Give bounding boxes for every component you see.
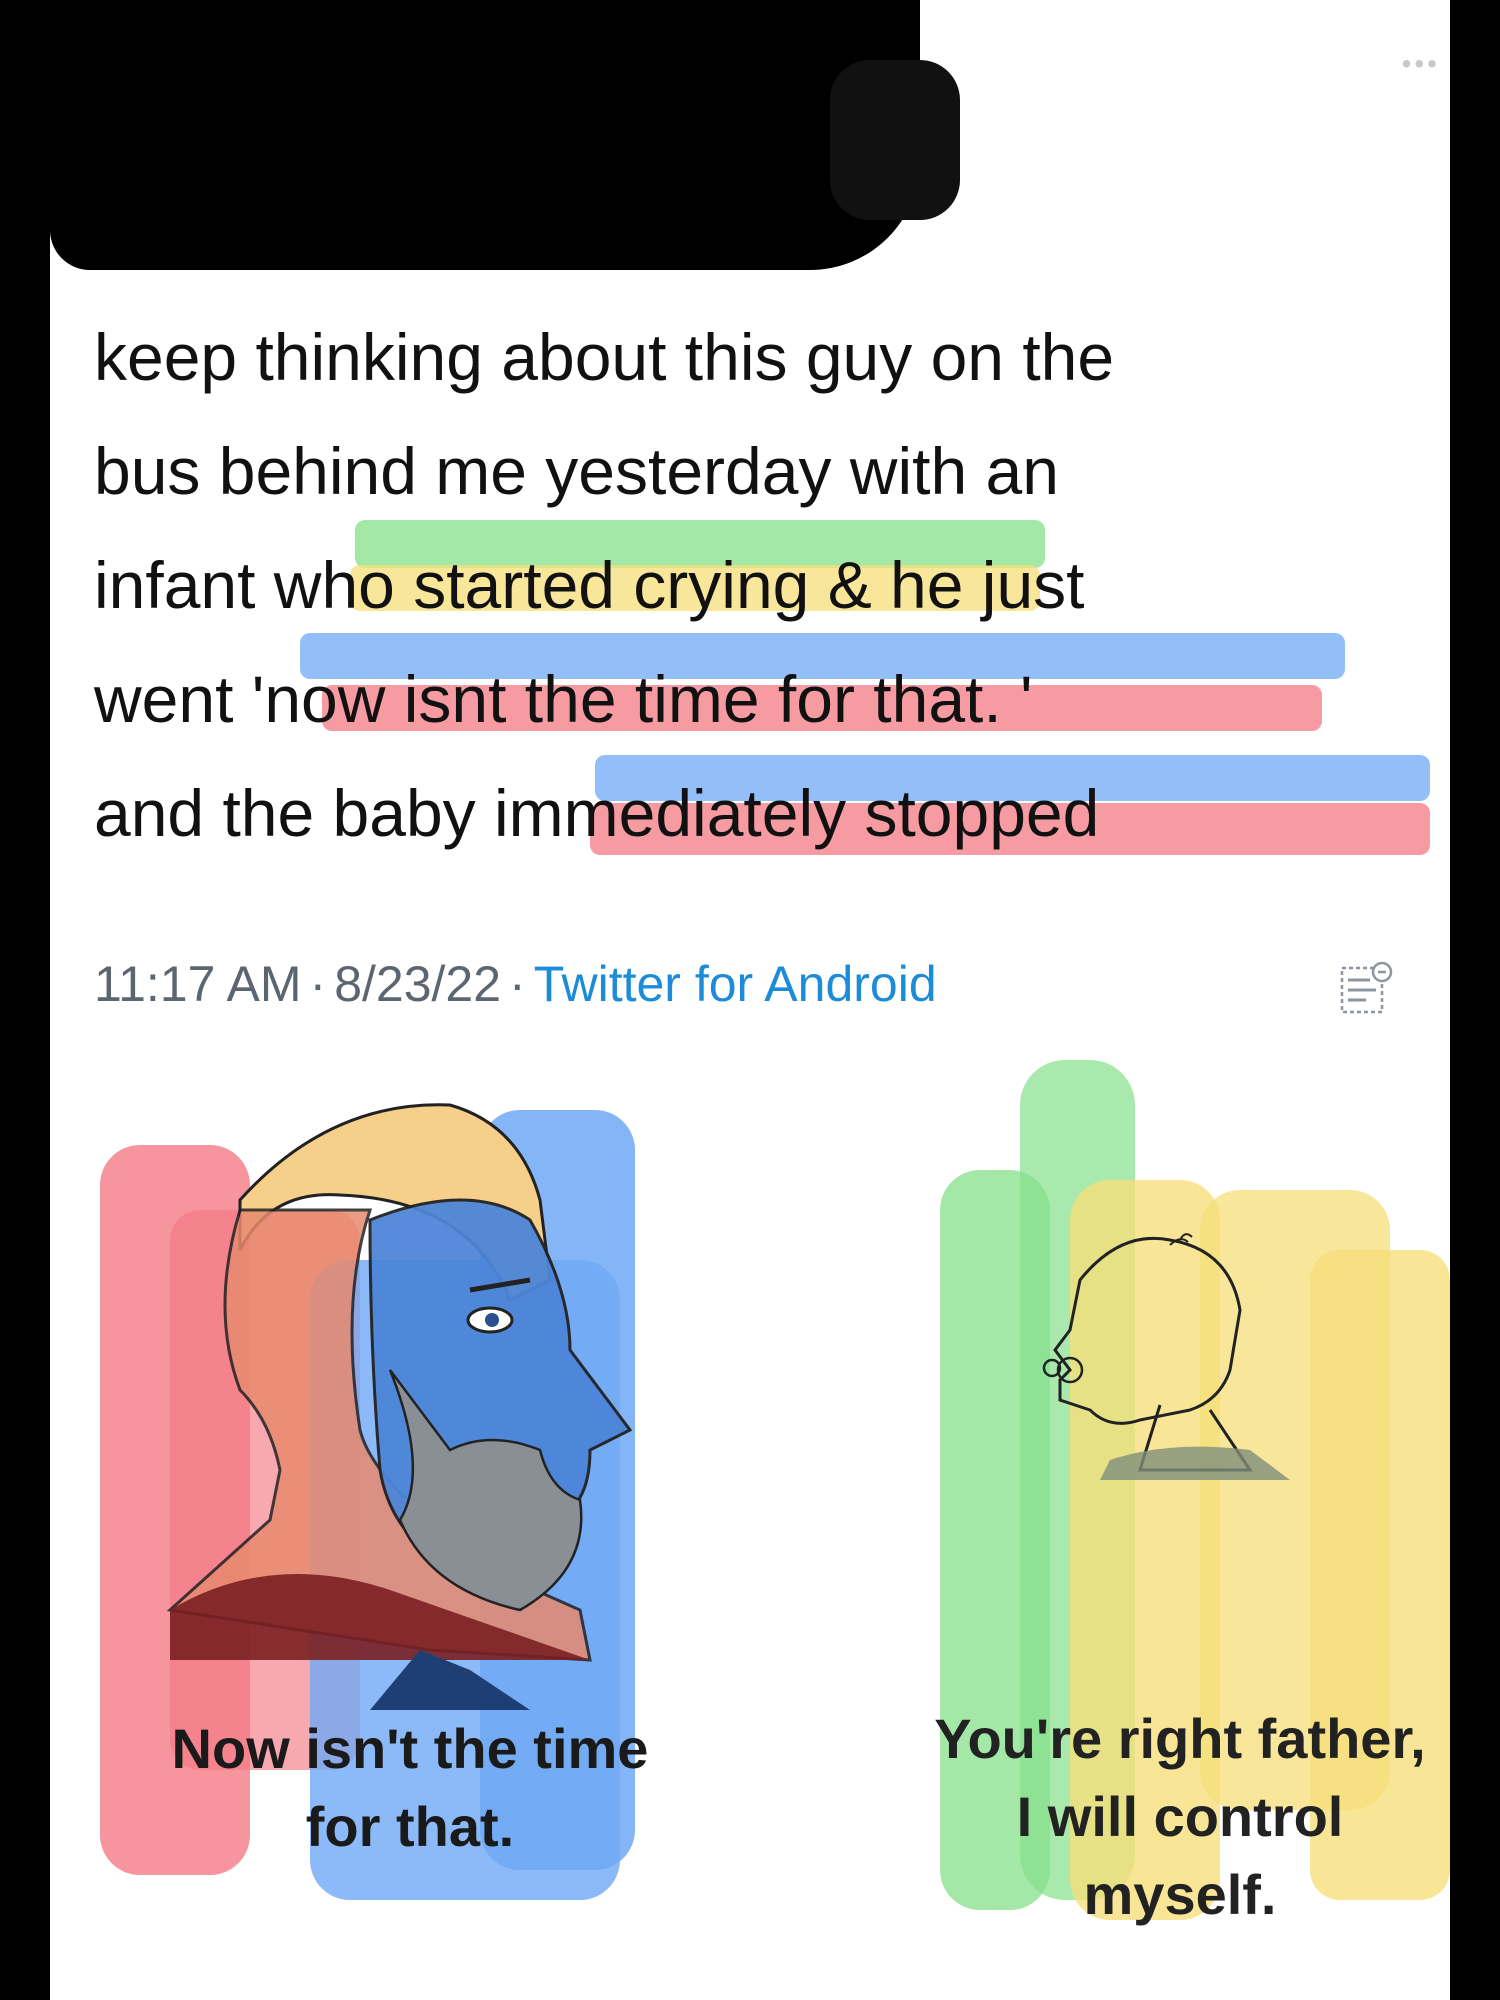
meta-separator: ·	[509, 956, 526, 1012]
tweet-time: 11:17 AM	[94, 956, 302, 1012]
tweet-line-5: and the baby immediately stopped	[94, 776, 1100, 850]
tweet-line-1: keep thinking about this guy on the	[94, 320, 1115, 394]
more-options-icon[interactable]: •••	[1402, 48, 1440, 80]
right-caption-line-2: I will control	[1016, 1785, 1344, 1848]
redacted-avatar-block	[830, 60, 960, 220]
meta-separator: ·	[309, 956, 327, 1012]
tweet-line-3: infant who started crying & he just	[94, 548, 1085, 622]
tweet-card: ••• keep thinking about this guy on the …	[50, 0, 1450, 2000]
left-caption-line-1: Now isn't the time	[171, 1717, 649, 1780]
tweet-metadata: 11:17 AM · 8/23/22 · Twitter for Android	[94, 955, 937, 1013]
tweet-line-4: went 'now isnt the time for that. '	[94, 662, 1033, 736]
tweet-source-link[interactable]: Twitter for Android	[534, 956, 937, 1012]
right-caption-line-1: You're right father,	[934, 1707, 1426, 1770]
tweet-text: keep thinking about this guy on the bus …	[94, 300, 1424, 870]
tweet-analytics-icon[interactable]	[1336, 958, 1396, 1018]
right-caption-line-3: myself.	[1083, 1863, 1277, 1926]
tweet-date: 8/23/22	[334, 956, 502, 1012]
redacted-username-block	[50, 0, 920, 270]
tweet-line-2: bus behind me yesterday with an	[94, 434, 1059, 508]
left-caption-line-2: for that.	[305, 1795, 515, 1858]
right-meme-caption: You're right father, I will control myse…	[910, 1700, 1450, 1934]
left-meme-caption: Now isn't the time for that.	[110, 1710, 710, 1866]
